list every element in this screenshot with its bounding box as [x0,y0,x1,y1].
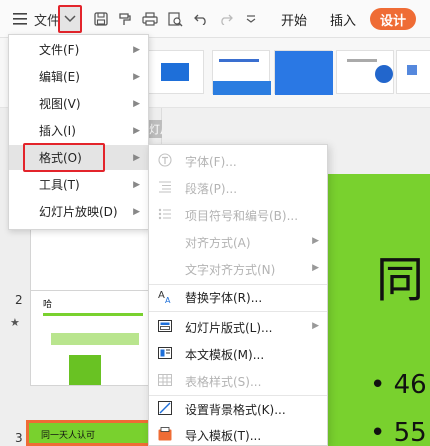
slide3-text: 同一天人认可 [41,431,96,441]
menu-item-background-format[interactable]: 设置背景格式(K)... [149,395,327,421]
menu-item-label: 导入模板(T)... [185,429,262,443]
paragraph-icon [157,179,173,195]
menu-item-table-style[interactable]: 表格样式(S)... [149,367,327,393]
menu-item-label: 文件(F) [39,43,80,57]
chevron-right-icon: ▶ [312,263,319,273]
menu-item-alignment[interactable]: 对齐方式(A) ▶ [149,228,327,254]
slide-thumbnail-3[interactable]: 同一天人认可 [26,420,154,446]
menu-separator [149,311,327,312]
slide2-title: 哈 [43,300,53,310]
slide-bullet-1: • 46 [370,370,427,400]
import-template-icon [157,426,173,442]
chevron-right-icon: ▶ [133,71,140,82]
menu-item-label: 本文模板(M)... [185,348,265,362]
menu-item-label: 工具(T) [39,178,80,192]
menu-item-label: 字体(F)... [185,155,237,169]
chevron-down-icon [64,15,76,23]
slide-number: 2 [15,293,23,307]
undo-icon[interactable] [190,6,212,32]
menu-item-tools[interactable]: 工具(T) ▶ [9,172,148,197]
menu-item-label: 表格样式(S)... [185,375,262,389]
menu-item-font[interactable]: 字体(F)... [149,147,327,173]
tab-design[interactable]: 设计 [370,8,416,30]
chevron-right-icon: ▶ [133,179,140,190]
print-preview-icon[interactable] [164,6,186,32]
chevron-right-icon: ▶ [133,206,140,217]
menu-item-slideshow[interactable]: 幻灯片放映(D) ▶ [9,199,148,224]
menu-item-bullets[interactable]: 项目符号和编号(B)... [149,201,327,227]
menu-item-import-template[interactable]: 导入模板(T)... [149,421,327,446]
chevron-right-icon: ▶ [133,98,140,109]
menu-item-label: 替换字体(R)... [185,291,263,305]
svg-text:A: A [158,290,165,301]
menu-item-label: 设置背景格式(K)... [185,403,286,417]
menu-item-view[interactable]: 视图(V) ▶ [9,91,148,116]
menu-item-slide-layout[interactable]: 幻灯片版式(L)... ▶ [149,313,327,339]
slide-bullet-2: • 55 [370,418,427,446]
menu-item-label: 文字对齐方式(N) [185,263,276,277]
menu-item-paragraph[interactable]: 段落(P)... [149,174,327,200]
design-thumbnail[interactable] [146,50,204,94]
design-thumbnail[interactable] [396,50,430,94]
menu-item-text-alignment[interactable]: 文字对齐方式(N) ▶ [149,255,327,281]
menu-item-label: 视图(V) [39,97,81,111]
font-icon [157,152,173,168]
background-icon [157,400,173,416]
template-icon [157,345,173,361]
file-dropdown-menu: 文件(F) ▶ 编辑(E) ▶ 视图(V) ▶ 插入(I) ▶ 格式(O) ▶ … [8,34,149,230]
menu-item-label: 插入(I) [39,124,76,138]
menu-item-template[interactable]: 本文模板(M)... [149,340,327,366]
design-thumbnail[interactable] [274,50,333,95]
more-icon[interactable] [240,6,262,32]
menu-item-label: 项目符号和编号(B)... [185,209,299,223]
chevron-right-icon: ▶ [133,44,140,55]
menu-item-file[interactable]: 文件(F) ▶ [9,37,148,62]
menu-lines-icon[interactable] [10,6,30,32]
table-style-icon [157,372,173,388]
save-icon[interactable] [90,6,112,32]
chevron-right-icon: ▶ [312,321,319,331]
menu-item-label: 幻灯片版式(L)... [185,321,273,335]
menu-item-label: 幻灯片放映(D) [39,205,118,219]
bullets-icon [157,206,173,222]
redo-icon[interactable] [215,6,237,32]
slide-thumbnail-2[interactable]: 哈 [30,290,152,386]
slide-layout-icon [157,318,173,334]
menu-item-label: 对齐方式(A) [185,236,251,250]
design-thumbnail[interactable] [336,50,394,94]
slide-number: 3 [15,431,23,445]
menu-item-insert[interactable]: 插入(I) ▶ [9,118,148,143]
tab-insert[interactable]: 插入 [327,6,359,32]
format-submenu: 字体(F)... 段落(P)... 项目符号和编号(B)... 对齐方式(A) … [148,144,328,446]
design-thumbnail[interactable] [212,50,271,95]
toolbar: 文件 开始 插入 设计 [0,0,430,38]
file-menu-label[interactable]: 文件 [33,6,61,32]
menu-item-replace-font[interactable]: AA 替换字体(R)... [149,283,327,309]
menu-item-label: 段落(P)... [185,182,238,196]
chevron-right-icon: ▶ [312,236,319,246]
slide-big-character: 同 [376,252,425,308]
replace-font-icon: AA [157,288,173,304]
format-painter-icon[interactable] [114,6,136,32]
chevron-right-icon: ▶ [133,125,140,136]
menu-item-label: 编辑(E) [39,70,80,84]
svg-text:A: A [165,296,171,304]
tab-start[interactable]: 开始 [278,6,310,32]
highlight-box [23,143,105,172]
print-icon[interactable] [139,6,161,32]
star-icon: ★ [10,316,20,329]
menu-item-edit[interactable]: 编辑(E) ▶ [9,64,148,89]
file-dropdown-button[interactable] [58,5,82,33]
chevron-right-icon: ▶ [133,152,140,163]
